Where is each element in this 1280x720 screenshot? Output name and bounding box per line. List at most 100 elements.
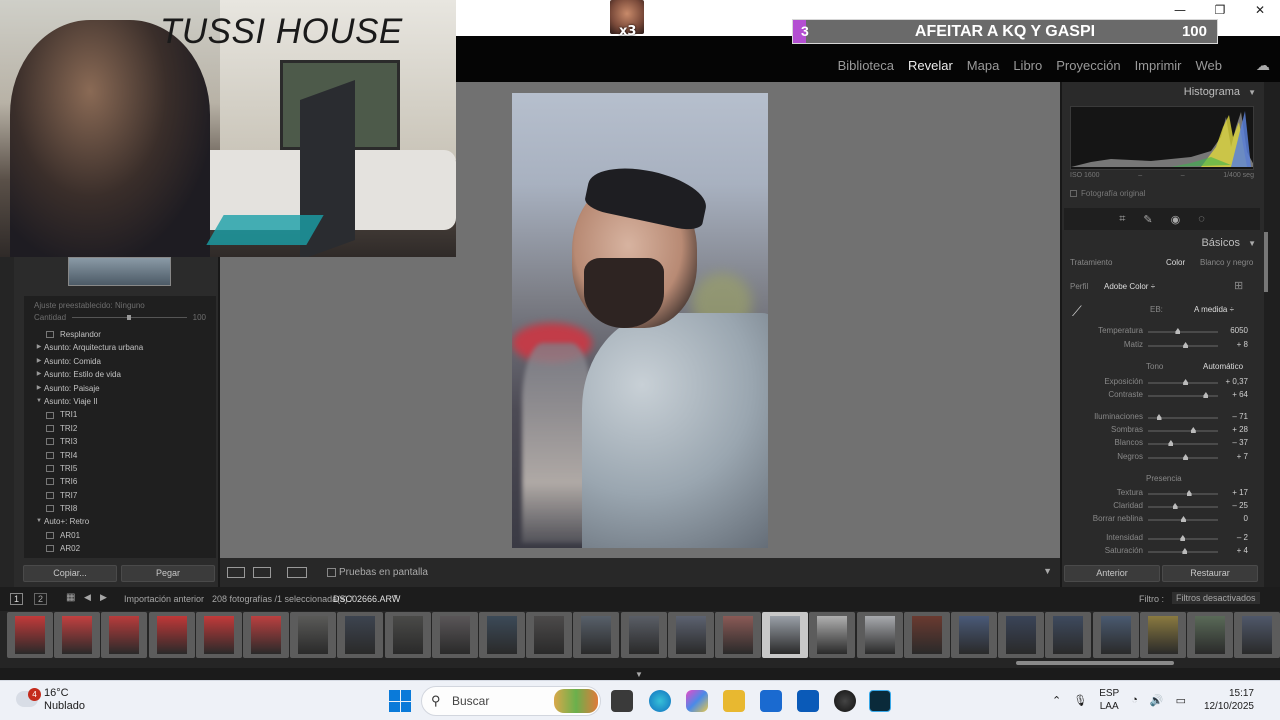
right-panel-scrollbar[interactable] — [1264, 82, 1280, 587]
left-panel-edge[interactable] — [0, 257, 14, 587]
module-tab-libro[interactable]: Libro — [1013, 58, 1042, 73]
slider-knob[interactable] — [1181, 516, 1186, 522]
slider-knob[interactable] — [1182, 548, 1188, 554]
slider-track[interactable] — [1148, 342, 1218, 348]
chevron-down-icon[interactable]: ▼ — [392, 594, 399, 601]
copy-button[interactable]: Copiar... — [23, 565, 117, 582]
slider-value[interactable]: + 28 — [1232, 425, 1248, 434]
volume-icon[interactable]: 🔊 — [1150, 694, 1164, 707]
filter-select[interactable]: Filtros desactivados — [1172, 592, 1260, 604]
preset-item[interactable]: AR01 — [24, 529, 216, 542]
filmstrip-thumbnail[interactable] — [573, 612, 620, 658]
filmstrip-thumbnail[interactable] — [431, 612, 478, 658]
cloud-icon[interactable]: ☁ — [1256, 57, 1270, 74]
slider-value[interactable]: + 0,37 — [1226, 377, 1248, 386]
filmstrip-thumbnail[interactable] — [479, 612, 525, 658]
slider-knob[interactable] — [1175, 328, 1181, 334]
slider-value[interactable]: + 17 — [1232, 488, 1248, 497]
preset-item[interactable]: TRI2 — [24, 422, 216, 435]
battery-icon[interactable]: ▭ — [1176, 694, 1186, 707]
module-tab-biblioteca[interactable]: Biblioteca — [838, 58, 894, 73]
filmstrip-thumbnail[interactable] — [243, 612, 289, 658]
slider-knob[interactable] — [1183, 342, 1189, 348]
preset-folder[interactable]: ▼ Asunto: Viaje II — [24, 395, 216, 408]
language-indicator[interactable]: ESP LAA — [1099, 687, 1119, 713]
filmstrip-thumbnail[interactable] — [195, 612, 242, 658]
before-after-icon[interactable] — [253, 567, 271, 578]
slider-track[interactable] — [1148, 427, 1218, 433]
slider-knob[interactable] — [1186, 490, 1192, 496]
slider-track[interactable] — [1148, 548, 1218, 554]
preset-item[interactable]: TRI4 — [24, 449, 216, 462]
filmstrip-thumbnail[interactable] — [337, 612, 384, 658]
slider-track[interactable] — [1148, 535, 1218, 541]
filmstrip-thumbnail[interactable] — [1234, 612, 1280, 658]
preset-item[interactable]: AR02 — [24, 542, 216, 555]
white-balance-picker-icon[interactable]: ⟋ — [1072, 303, 1082, 320]
filmstrip-thumbnail[interactable] — [1045, 612, 1092, 658]
task-view-icon[interactable] — [611, 690, 633, 712]
slider-knob[interactable] — [1156, 414, 1162, 420]
slider-track[interactable] — [1148, 454, 1218, 460]
filmstrip-thumbnail[interactable] — [148, 612, 195, 658]
slider-value[interactable]: – 37 — [1232, 438, 1248, 447]
slider-knob[interactable] — [1183, 454, 1189, 460]
collapsed-triangle-icon[interactable]: ▶ — [34, 341, 44, 354]
auto-tone-button[interactable]: Automático — [1203, 362, 1243, 371]
slider-track[interactable] — [1148, 328, 1218, 334]
profile-select[interactable]: Adobe Color ÷ — [1104, 282, 1155, 291]
navigator-preview[interactable] — [68, 257, 171, 286]
wb-select[interactable]: A medida ÷ — [1194, 305, 1234, 314]
grid-icon[interactable]: ▦ — [66, 592, 75, 603]
collapse-triangle-icon[interactable]: ▼ — [1248, 239, 1256, 248]
slider-knob[interactable] — [1180, 535, 1186, 541]
minimize-button[interactable]: — — [1160, 0, 1200, 20]
slider-knob[interactable] — [1203, 392, 1209, 398]
preset-item[interactable]: TRI8 — [24, 502, 216, 515]
treatment-color-option[interactable]: Color — [1166, 258, 1185, 267]
filmstrip-thumbnail[interactable] — [101, 612, 148, 658]
filmstrip-thumbnail[interactable] — [856, 612, 903, 658]
back-arrow-icon[interactable]: ◀ — [84, 592, 91, 603]
filmstrip-thumbnail[interactable] — [1187, 612, 1233, 658]
yy-compare-icon[interactable] — [287, 567, 307, 578]
filmstrip-thumbnail[interactable] — [715, 612, 761, 658]
filmstrip-scrollbar[interactable] — [1016, 661, 1174, 665]
slider-track[interactable] — [1148, 414, 1218, 420]
reset-button[interactable]: Restaurar — [1162, 565, 1258, 582]
preset-item[interactable]: TRI3 — [24, 435, 216, 448]
taskbar-search[interactable]: ⚲ Buscar — [421, 686, 601, 716]
filmstrip-thumbnail[interactable] — [1139, 612, 1186, 658]
source-label[interactable]: Importación anterior — [124, 594, 204, 604]
filmstrip-thumbnail[interactable] — [809, 612, 856, 658]
filmstrip-thumbnail[interactable] — [998, 612, 1045, 658]
red-eye-icon[interactable]: ◉ — [1171, 213, 1181, 226]
slider-value[interactable]: 6050 — [1230, 326, 1248, 335]
page-2-button[interactable]: 2 — [34, 593, 48, 605]
histogram-title[interactable]: Histograma — [1184, 86, 1240, 98]
expanded-triangle-icon[interactable]: ▼ — [34, 395, 44, 408]
paste-button[interactable]: Pegar — [121, 565, 215, 582]
forward-arrow-icon[interactable]: ▶ — [100, 592, 107, 603]
module-tab-revelar[interactable]: Revelar — [908, 58, 953, 73]
edge-browser-icon[interactable] — [649, 690, 671, 712]
filmstrip-thumbnail[interactable] — [903, 612, 950, 658]
collapse-triangle-icon[interactable]: ▼ — [1248, 88, 1256, 97]
page-1-button[interactable]: 1 — [10, 593, 24, 605]
slider-track[interactable] — [1148, 440, 1218, 446]
close-button[interactable]: ✕ — [1240, 0, 1280, 20]
preset-folder[interactable]: ▶ Asunto: Arquitectura urbana — [24, 341, 216, 354]
slider-value[interactable]: + 4 — [1237, 546, 1248, 555]
wifi-icon[interactable]: ◔ — [1131, 694, 1138, 706]
preset-item[interactable]: Resplandor — [24, 328, 216, 341]
chevron-down-icon[interactable]: ▼ — [1043, 566, 1052, 576]
preset-amount-slider[interactable] — [72, 315, 187, 320]
clock[interactable]: 15:17 12/10/2025 — [1204, 687, 1254, 713]
slider-track[interactable] — [1148, 516, 1218, 522]
collapsed-triangle-icon[interactable]: ▶ — [34, 355, 44, 368]
filmstrip-thumbnail[interactable] — [54, 612, 101, 658]
slider-value[interactable]: + 8 — [1237, 340, 1248, 349]
slider-knob[interactable] — [1168, 440, 1174, 446]
slider-track[interactable] — [1148, 379, 1218, 385]
chevron-up-icon[interactable]: ⌃ — [1052, 694, 1061, 707]
